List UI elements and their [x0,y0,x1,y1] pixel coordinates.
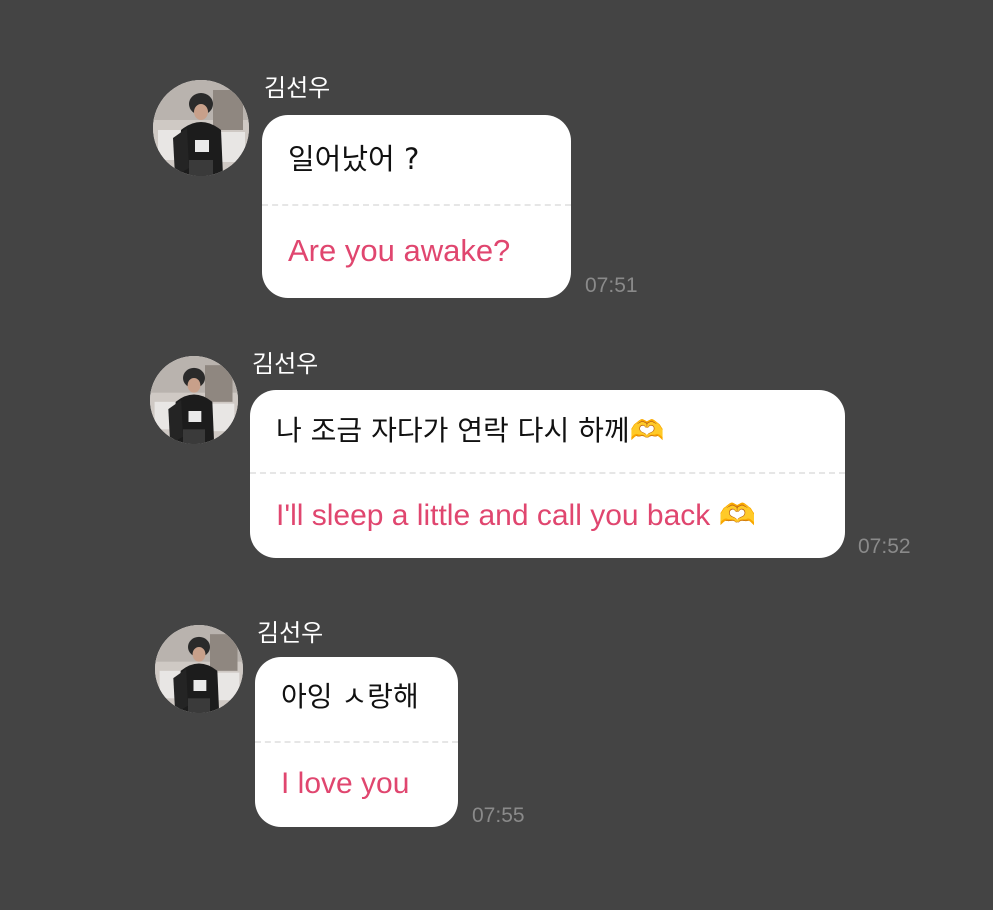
sender-name: 김선우 [264,74,331,102]
original-message-text: 일어났어 ? [288,142,420,176]
avatar-photo [153,80,249,176]
divider [250,472,845,474]
divider [262,204,571,206]
original-message-text: 아잉 ㅅ랑해 [281,680,419,713]
avatar-photo [155,625,243,713]
avatar[interactable] [155,625,243,713]
original-message-text: 나 조금 자다가 연락 다시 하께🫶 [276,414,665,447]
avatar[interactable] [150,356,238,444]
message-bubble[interactable]: 나 조금 자다가 연락 다시 하께🫶 I'll sleep a little a… [250,390,845,558]
timestamp: 07:55 [472,804,525,827]
translated-message-text: I'll sleep a little and call you back 🫶 [276,499,756,532]
translated-message-text: Are you awake? [288,233,511,268]
sender-name: 김선우 [252,350,319,378]
message-bubble[interactable]: 일어났어 ? Are you awake? [262,115,571,298]
translated-message-text: I love you [281,767,410,800]
sender-name: 김선우 [257,619,324,647]
timestamp: 07:52 [858,535,911,558]
avatar-photo [150,356,238,444]
avatar[interactable] [153,80,249,176]
timestamp: 07:51 [585,274,638,297]
divider [255,741,458,743]
message-bubble[interactable]: 아잉 ㅅ랑해 I love you [255,657,458,827]
